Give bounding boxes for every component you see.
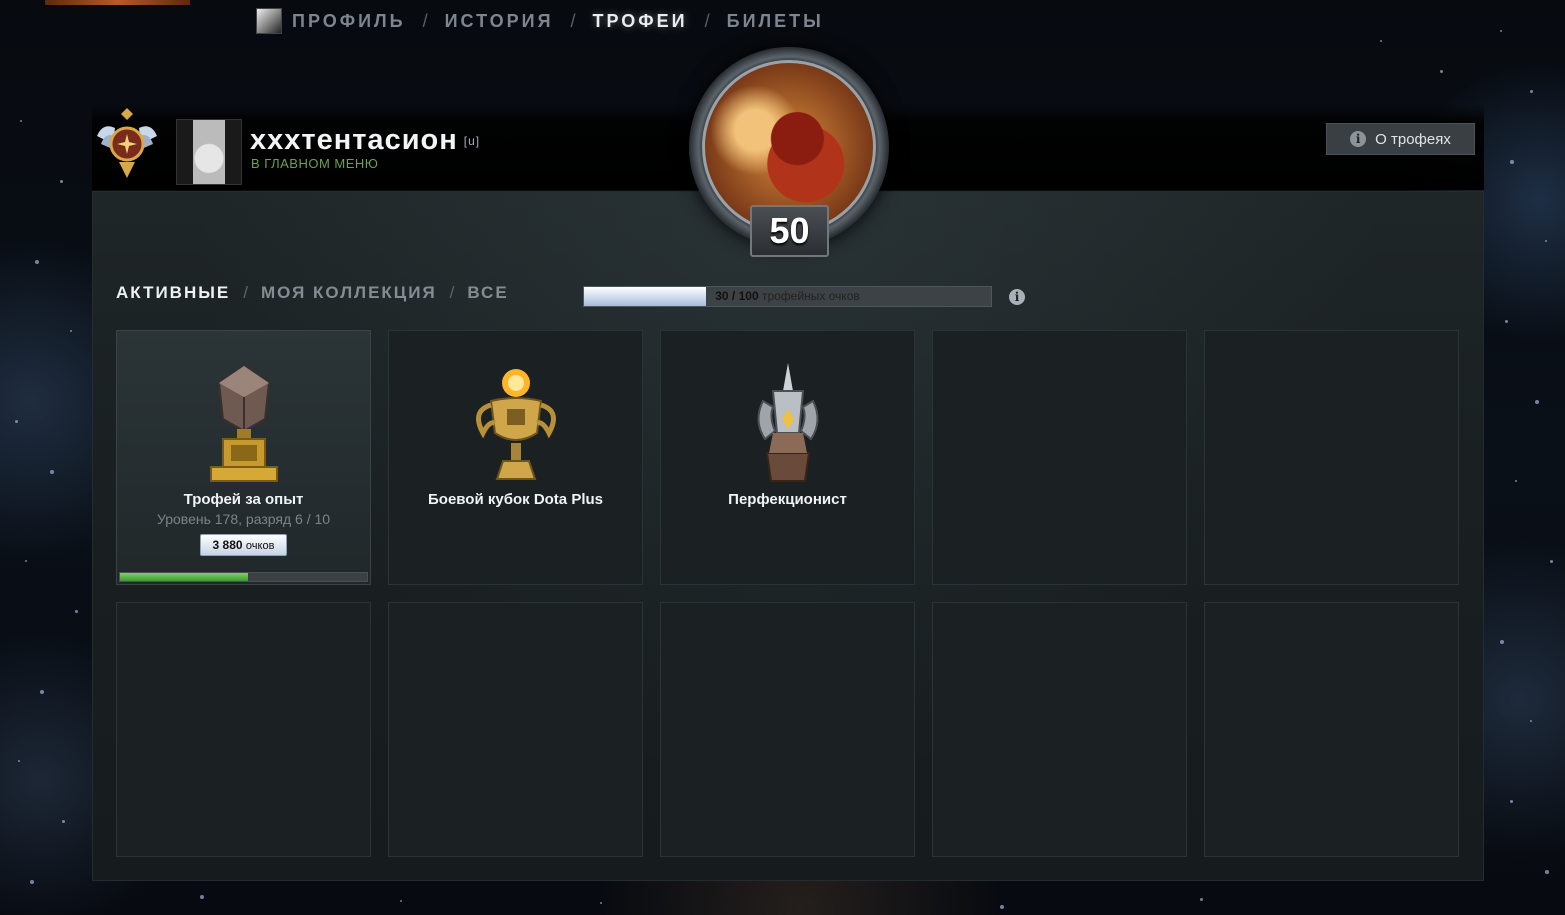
tab-separator: / bbox=[449, 283, 455, 302]
username-text: xxxтентасион bbox=[250, 124, 458, 156]
star bbox=[1505, 320, 1508, 323]
about-trophies-button[interactable]: i О трофеях bbox=[1326, 123, 1475, 155]
experience-trophy-icon bbox=[209, 364, 278, 482]
star bbox=[62, 820, 65, 823]
trophy-level-progress-fill bbox=[120, 573, 249, 581]
mini-avatar[interactable] bbox=[256, 8, 282, 34]
trophy-slot-2[interactable]: Боевой кубок Dota Plus bbox=[388, 330, 643, 585]
tab-all[interactable]: ВСЕ bbox=[467, 283, 508, 303]
trophy-filter-tabs: АКТИВНЫЕ / МОЯ КОЛЛЕКЦИЯ / ВСЕ bbox=[116, 283, 509, 303]
rank-medal-icon[interactable] bbox=[93, 108, 161, 180]
trophy-level-progress bbox=[119, 572, 368, 582]
profile-navigation: ПРОФИЛЬ / ИСТОРИЯ / ТРОФЕИ / БИЛЕТЫ bbox=[256, 6, 824, 36]
trophy-slot-empty[interactable] bbox=[660, 602, 915, 857]
trophy-name: Боевой кубок Dota Plus bbox=[428, 491, 603, 508]
info-icon: i bbox=[1350, 131, 1367, 147]
trophy-slot-empty[interactable] bbox=[932, 602, 1187, 857]
tab-my-collection[interactable]: МОЯ КОЛЛЕКЦИЯ bbox=[261, 283, 437, 303]
nav-tickets[interactable]: БИЛЕТЫ bbox=[727, 11, 824, 32]
star bbox=[15, 420, 18, 423]
star bbox=[1515, 480, 1517, 482]
star bbox=[1530, 90, 1533, 93]
user-status: В ГЛАВНОМ МЕНЮ bbox=[251, 156, 379, 171]
trophy-slot-1[interactable]: Трофей за опыт Уровень 178, разряд 6 / 1… bbox=[116, 330, 371, 585]
trophy-points-progress: 30 / 100 трофейных очков bbox=[583, 286, 992, 307]
star bbox=[1510, 160, 1514, 164]
username: xxxтентасион [u] bbox=[250, 124, 480, 157]
star bbox=[1535, 400, 1539, 404]
star bbox=[50, 470, 54, 474]
nav-history[interactable]: ИСТОРИЯ bbox=[445, 11, 554, 32]
clan-tag: [u] bbox=[463, 134, 481, 149]
trophy-points-label: трофейных очков bbox=[761, 289, 860, 303]
trophy-name: Перфекционист bbox=[728, 491, 847, 508]
info-icon: i bbox=[1009, 289, 1025, 305]
top-left-decoration bbox=[45, 0, 190, 5]
trophy-points-text: 30 / 100 трофейных очков bbox=[584, 287, 991, 306]
star bbox=[1530, 720, 1532, 722]
star bbox=[25, 560, 27, 562]
star bbox=[600, 902, 602, 904]
trophy-slot-empty[interactable] bbox=[388, 602, 643, 857]
star bbox=[1500, 30, 1502, 32]
nav-separator: / bbox=[704, 10, 710, 31]
star bbox=[70, 330, 72, 332]
trophy-points-value: 30 / 100 bbox=[715, 289, 759, 303]
nav-trophies[interactable]: ТРОФЕИ bbox=[593, 11, 688, 32]
star bbox=[1545, 870, 1549, 874]
trophy-subtitle: Уровень 178, разряд 6 / 10 bbox=[156, 511, 331, 527]
nav-separator: / bbox=[570, 10, 576, 31]
star bbox=[200, 895, 204, 899]
star bbox=[40, 690, 44, 694]
star bbox=[1200, 898, 1203, 901]
star bbox=[1510, 800, 1513, 803]
trophy-slot-empty[interactable] bbox=[932, 330, 1187, 585]
dota-plus-cup-icon bbox=[475, 369, 556, 480]
trophy-slot-empty[interactable] bbox=[1204, 602, 1459, 857]
star bbox=[1440, 70, 1443, 73]
star bbox=[60, 180, 63, 183]
star bbox=[1380, 40, 1382, 42]
star bbox=[1000, 905, 1004, 909]
trophy-name: Трофей за опыт bbox=[183, 491, 304, 508]
about-trophies-label: О трофеях bbox=[1375, 130, 1451, 148]
trophy-points-info[interactable]: i bbox=[1009, 288, 1025, 306]
tab-separator: / bbox=[243, 283, 248, 302]
star bbox=[35, 260, 39, 264]
star bbox=[18, 760, 20, 762]
star bbox=[1500, 640, 1504, 644]
user-avatar[interactable] bbox=[176, 119, 242, 185]
trophy-points-badge-unit: очков bbox=[245, 540, 275, 552]
trophy-slot-empty[interactable] bbox=[1204, 330, 1459, 585]
perfectionist-trophy-icon bbox=[757, 363, 818, 482]
trophy-points-badge: 3 880 очков bbox=[200, 534, 287, 556]
trophy-slot-empty[interactable] bbox=[116, 602, 371, 857]
nav-profile[interactable]: ПРОФИЛЬ bbox=[292, 11, 406, 32]
star bbox=[20, 120, 22, 122]
trophy-points-badge-value: 3 880 bbox=[212, 538, 243, 552]
trophy-slot-3[interactable]: Перфекционист bbox=[660, 330, 915, 585]
hero-level-badge: 50 bbox=[750, 205, 829, 257]
star bbox=[30, 880, 34, 884]
star bbox=[75, 610, 78, 613]
tab-active[interactable]: АКТИВНЫЕ bbox=[116, 283, 230, 303]
star bbox=[1550, 560, 1553, 563]
star bbox=[1545, 240, 1547, 242]
nav-separator: / bbox=[422, 10, 428, 31]
star bbox=[400, 900, 402, 902]
